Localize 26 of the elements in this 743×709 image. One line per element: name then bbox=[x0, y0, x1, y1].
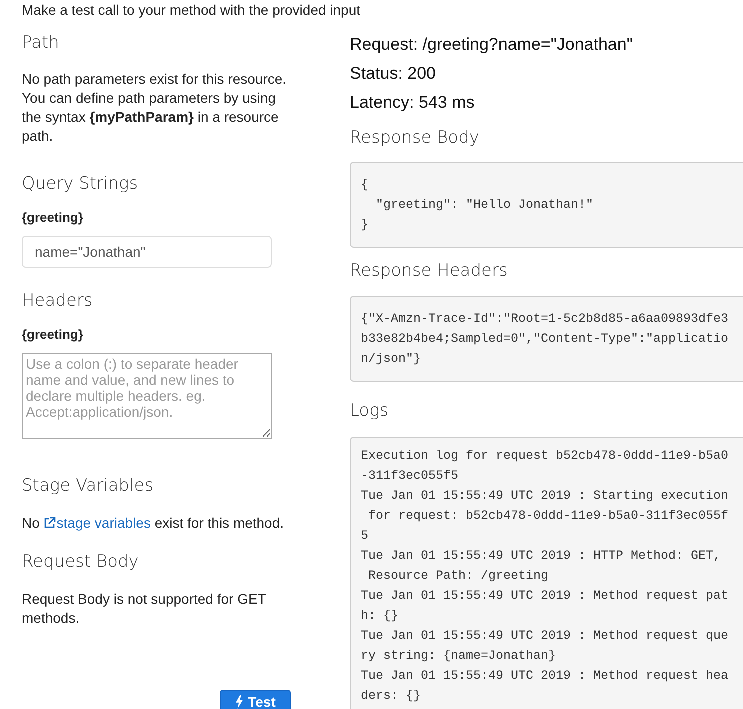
request-body-text: Request Body is not supported for GET methods. bbox=[22, 590, 268, 628]
external-link-icon bbox=[44, 517, 56, 529]
latency-text: Latency: 543 ms bbox=[350, 92, 475, 114]
section-heading: Response Headers bbox=[350, 260, 508, 282]
headers-field[interactable]: Use a colon (:) to separate header name and value, and new lines to declare multiple headers. eg. Accept:application/json. bbox=[22, 353, 272, 439]
section-heading: Logs bbox=[350, 400, 389, 422]
section-heading: Query Strings bbox=[22, 173, 138, 195]
query-string-field[interactable]: name="Jonathan" bbox=[22, 236, 272, 268]
response-headers-text: {"X-Amzn-Trace-Id":"Root=1-5c2b8d85-a6aa09893dfe3 b33e82b4be4;Sampled=0","Content-Type":"applicatio n/json"} bbox=[361, 311, 730, 368]
test-button[interactable]: Test bbox=[220, 690, 291, 709]
instruction-text: Make a test call to your method with the provided input bbox=[21, 1, 362, 19]
response-body-text: { "greeting": "Hello Jonathan!" } bbox=[361, 177, 595, 234]
field-label: {greeting} bbox=[22, 327, 84, 343]
stage-variables-text: No stage variables exist for this method. bbox=[22, 514, 286, 533]
section-heading: Request Body bbox=[22, 551, 139, 573]
path-description: No path parameters exist for this resource. You can define path parameters by using the syntax {myPathParam} in a resource path. bbox=[22, 70, 288, 146]
lightning-icon bbox=[235, 695, 244, 709]
section-heading: Headers bbox=[22, 290, 93, 312]
section-heading: Path bbox=[22, 32, 60, 54]
field-label: {greeting} bbox=[22, 210, 84, 226]
logs-text: Execution log for request b52cb478-0ddd-11e9-b5a0 -311f3ec055f5 Tue Jan 01 15:55:49 UTC 2019 : Starting execution for request: b52cb478-0ddd-11e9-b5a0-311f3ec055f 5 Tue Jan 01 15:55:49 UTC 2019 : HTTP Method: GET, Resource Path: /greeting Tue Jan 01 15:55:49 UTC 2019 : Method request pat h: {} Tue Jan 01 15:55:49 UTC 2019 : Method request que ry string: {name=Jonathan} Tue Jan 01 15:55:49 UTC 2019 : Method request hea ders: {} bbox=[361, 448, 730, 705]
section-heading: Stage Variables bbox=[22, 475, 154, 497]
request-text: Request: /greeting?name="Jonathan" bbox=[350, 34, 633, 56]
stage-variables-link[interactable]: stage variables bbox=[44, 515, 151, 531]
section-heading: Response Body bbox=[350, 127, 480, 149]
status-text: Status: 200 bbox=[350, 63, 436, 85]
